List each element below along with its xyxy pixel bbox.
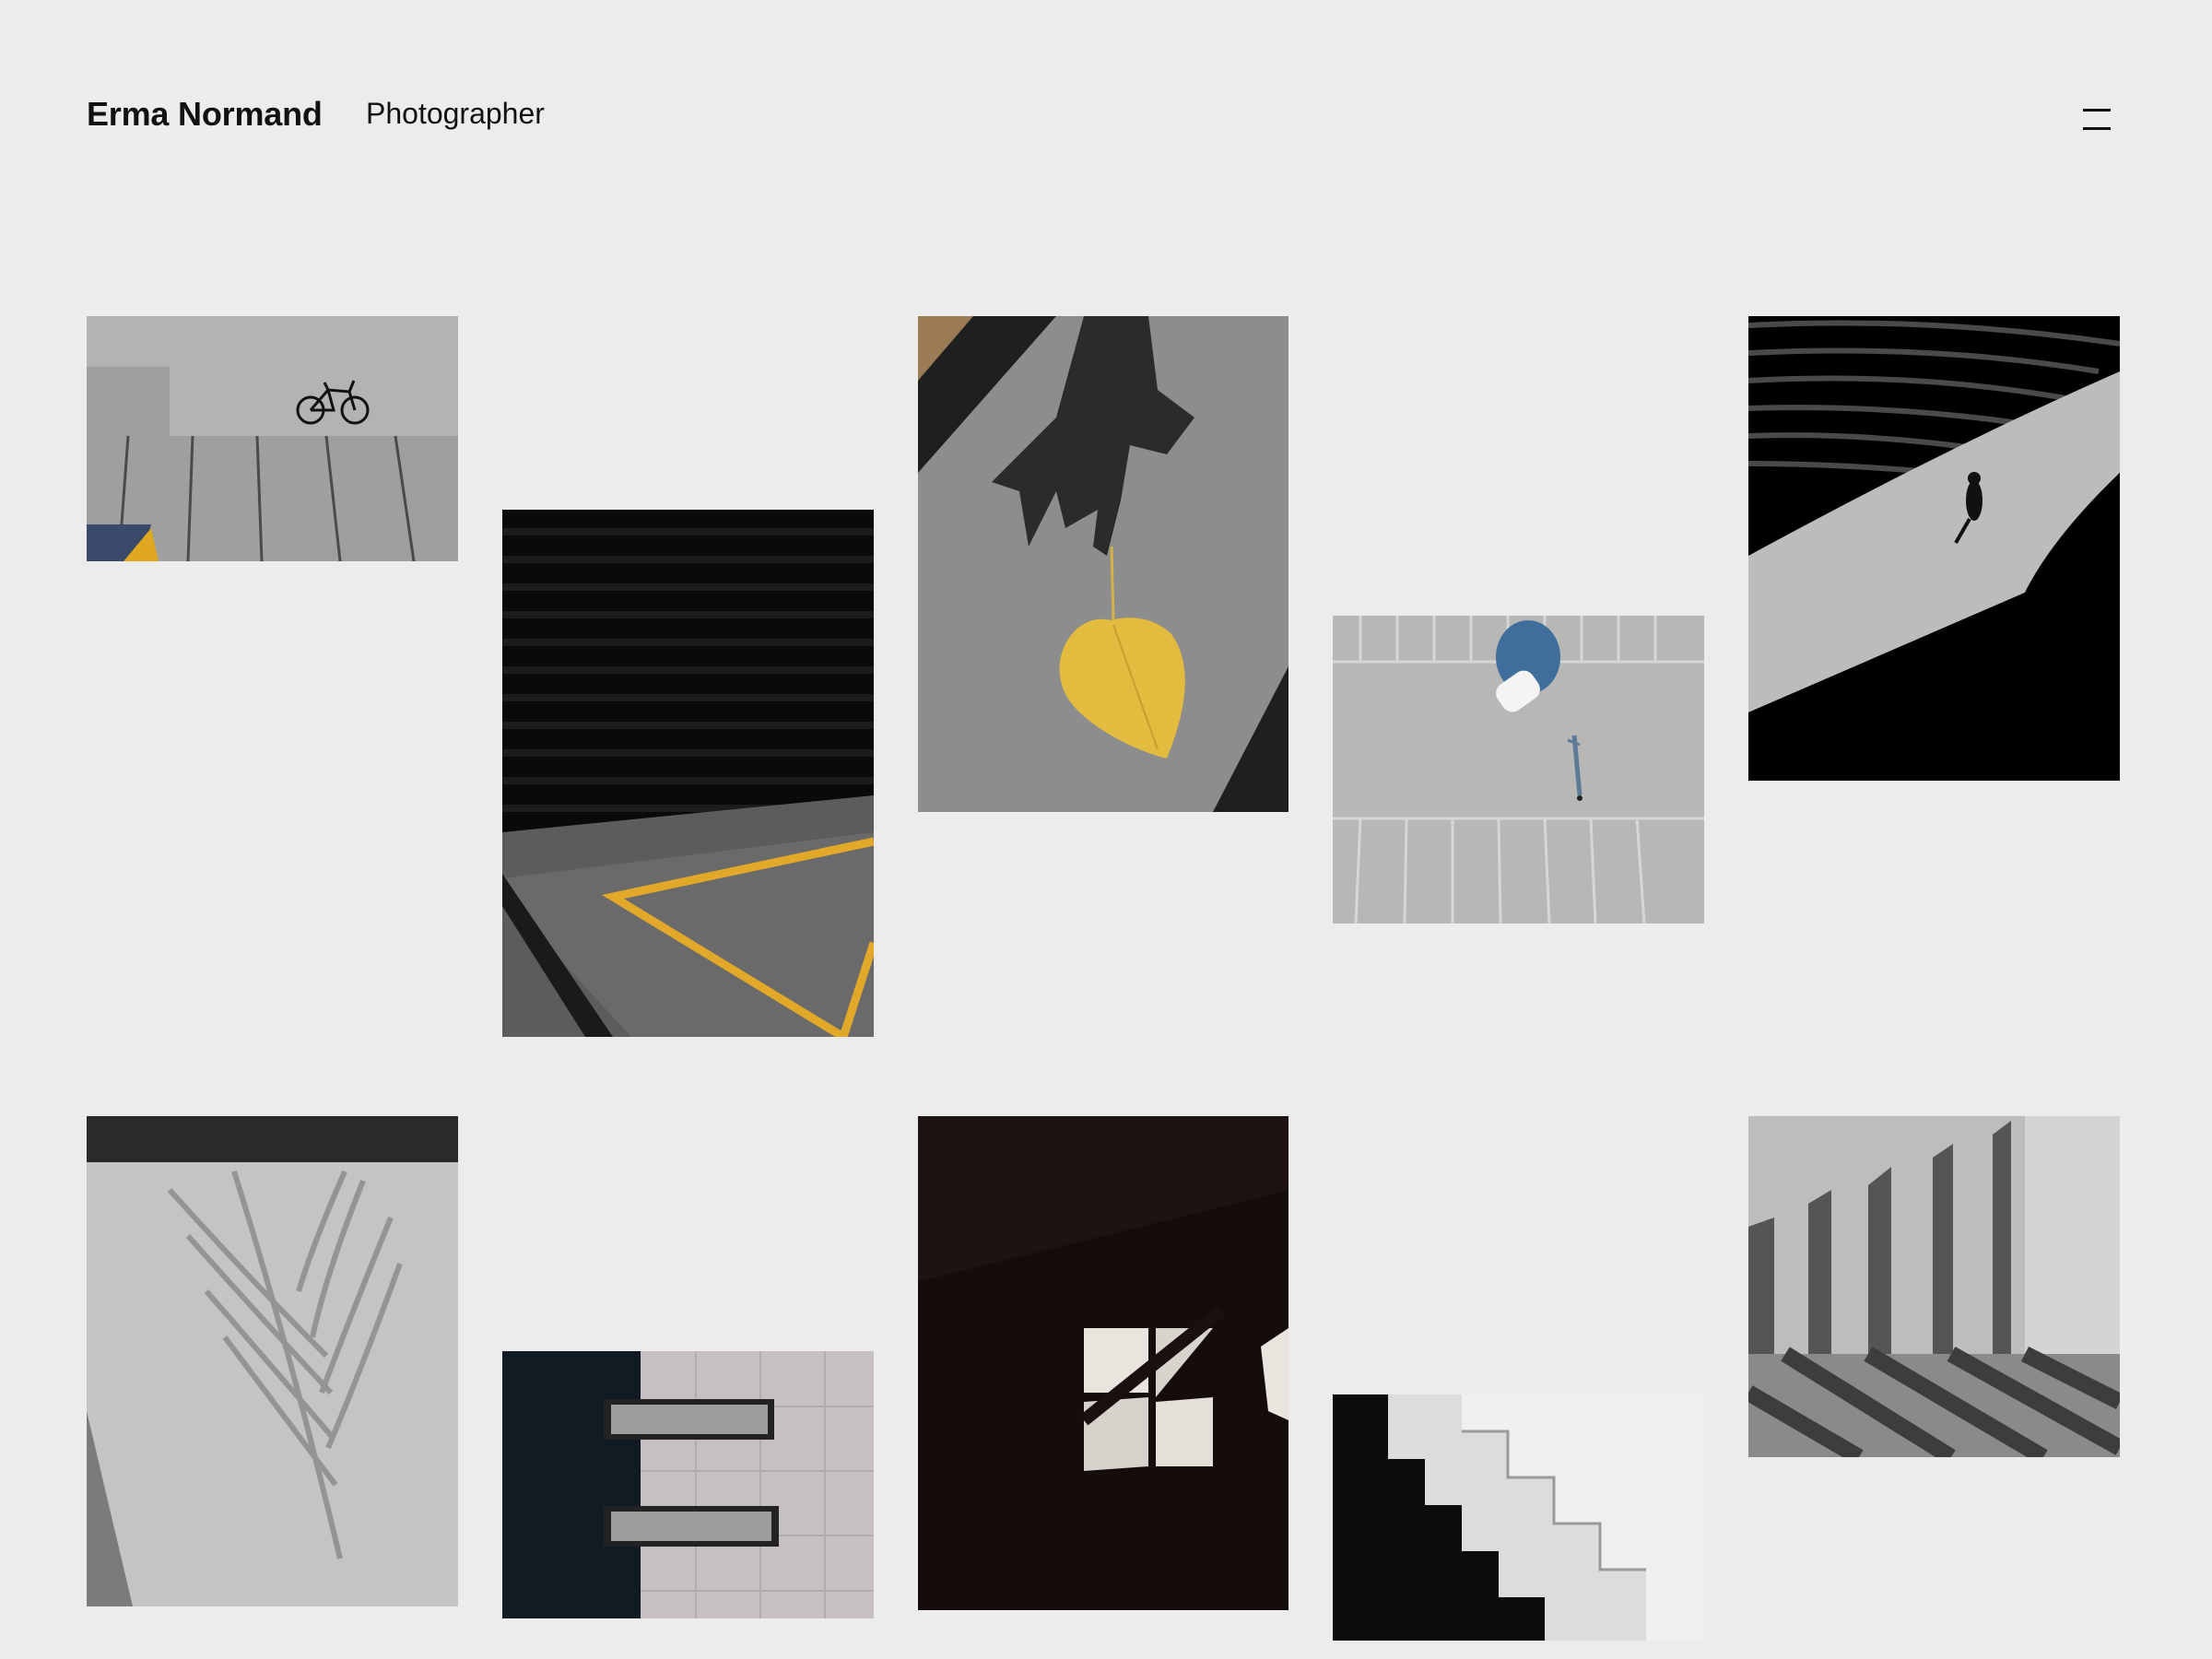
- gallery-photo-wall-shadows[interactable]: [1748, 1116, 2120, 1457]
- gallery-photo-leaf-shadow[interactable]: [918, 316, 1288, 812]
- menu-bar-bottom: [2083, 127, 2111, 130]
- site-subtitle: Photographer: [366, 97, 545, 130]
- menu-bar-top: [2083, 109, 2111, 112]
- gallery-photo-palm-shadow[interactable]: [87, 1116, 458, 1606]
- gallery-photo-facade[interactable]: [502, 1351, 874, 1618]
- site-title[interactable]: Erma Normand: [87, 95, 323, 134]
- gallery-photo-bicycle[interactable]: [87, 316, 458, 561]
- gallery-photo-curved-path[interactable]: [1748, 316, 2120, 781]
- gallery-photo-window-light[interactable]: [918, 1116, 1288, 1610]
- site-header: Erma Normand Photographer: [0, 0, 2212, 240]
- hamburger-menu-icon[interactable]: [2076, 103, 2120, 136]
- gallery-photo-staircase[interactable]: [1333, 1394, 1704, 1641]
- gallery-photo-aerial-car[interactable]: [1333, 616, 1704, 924]
- gallery-photo-garage[interactable]: [502, 510, 874, 1037]
